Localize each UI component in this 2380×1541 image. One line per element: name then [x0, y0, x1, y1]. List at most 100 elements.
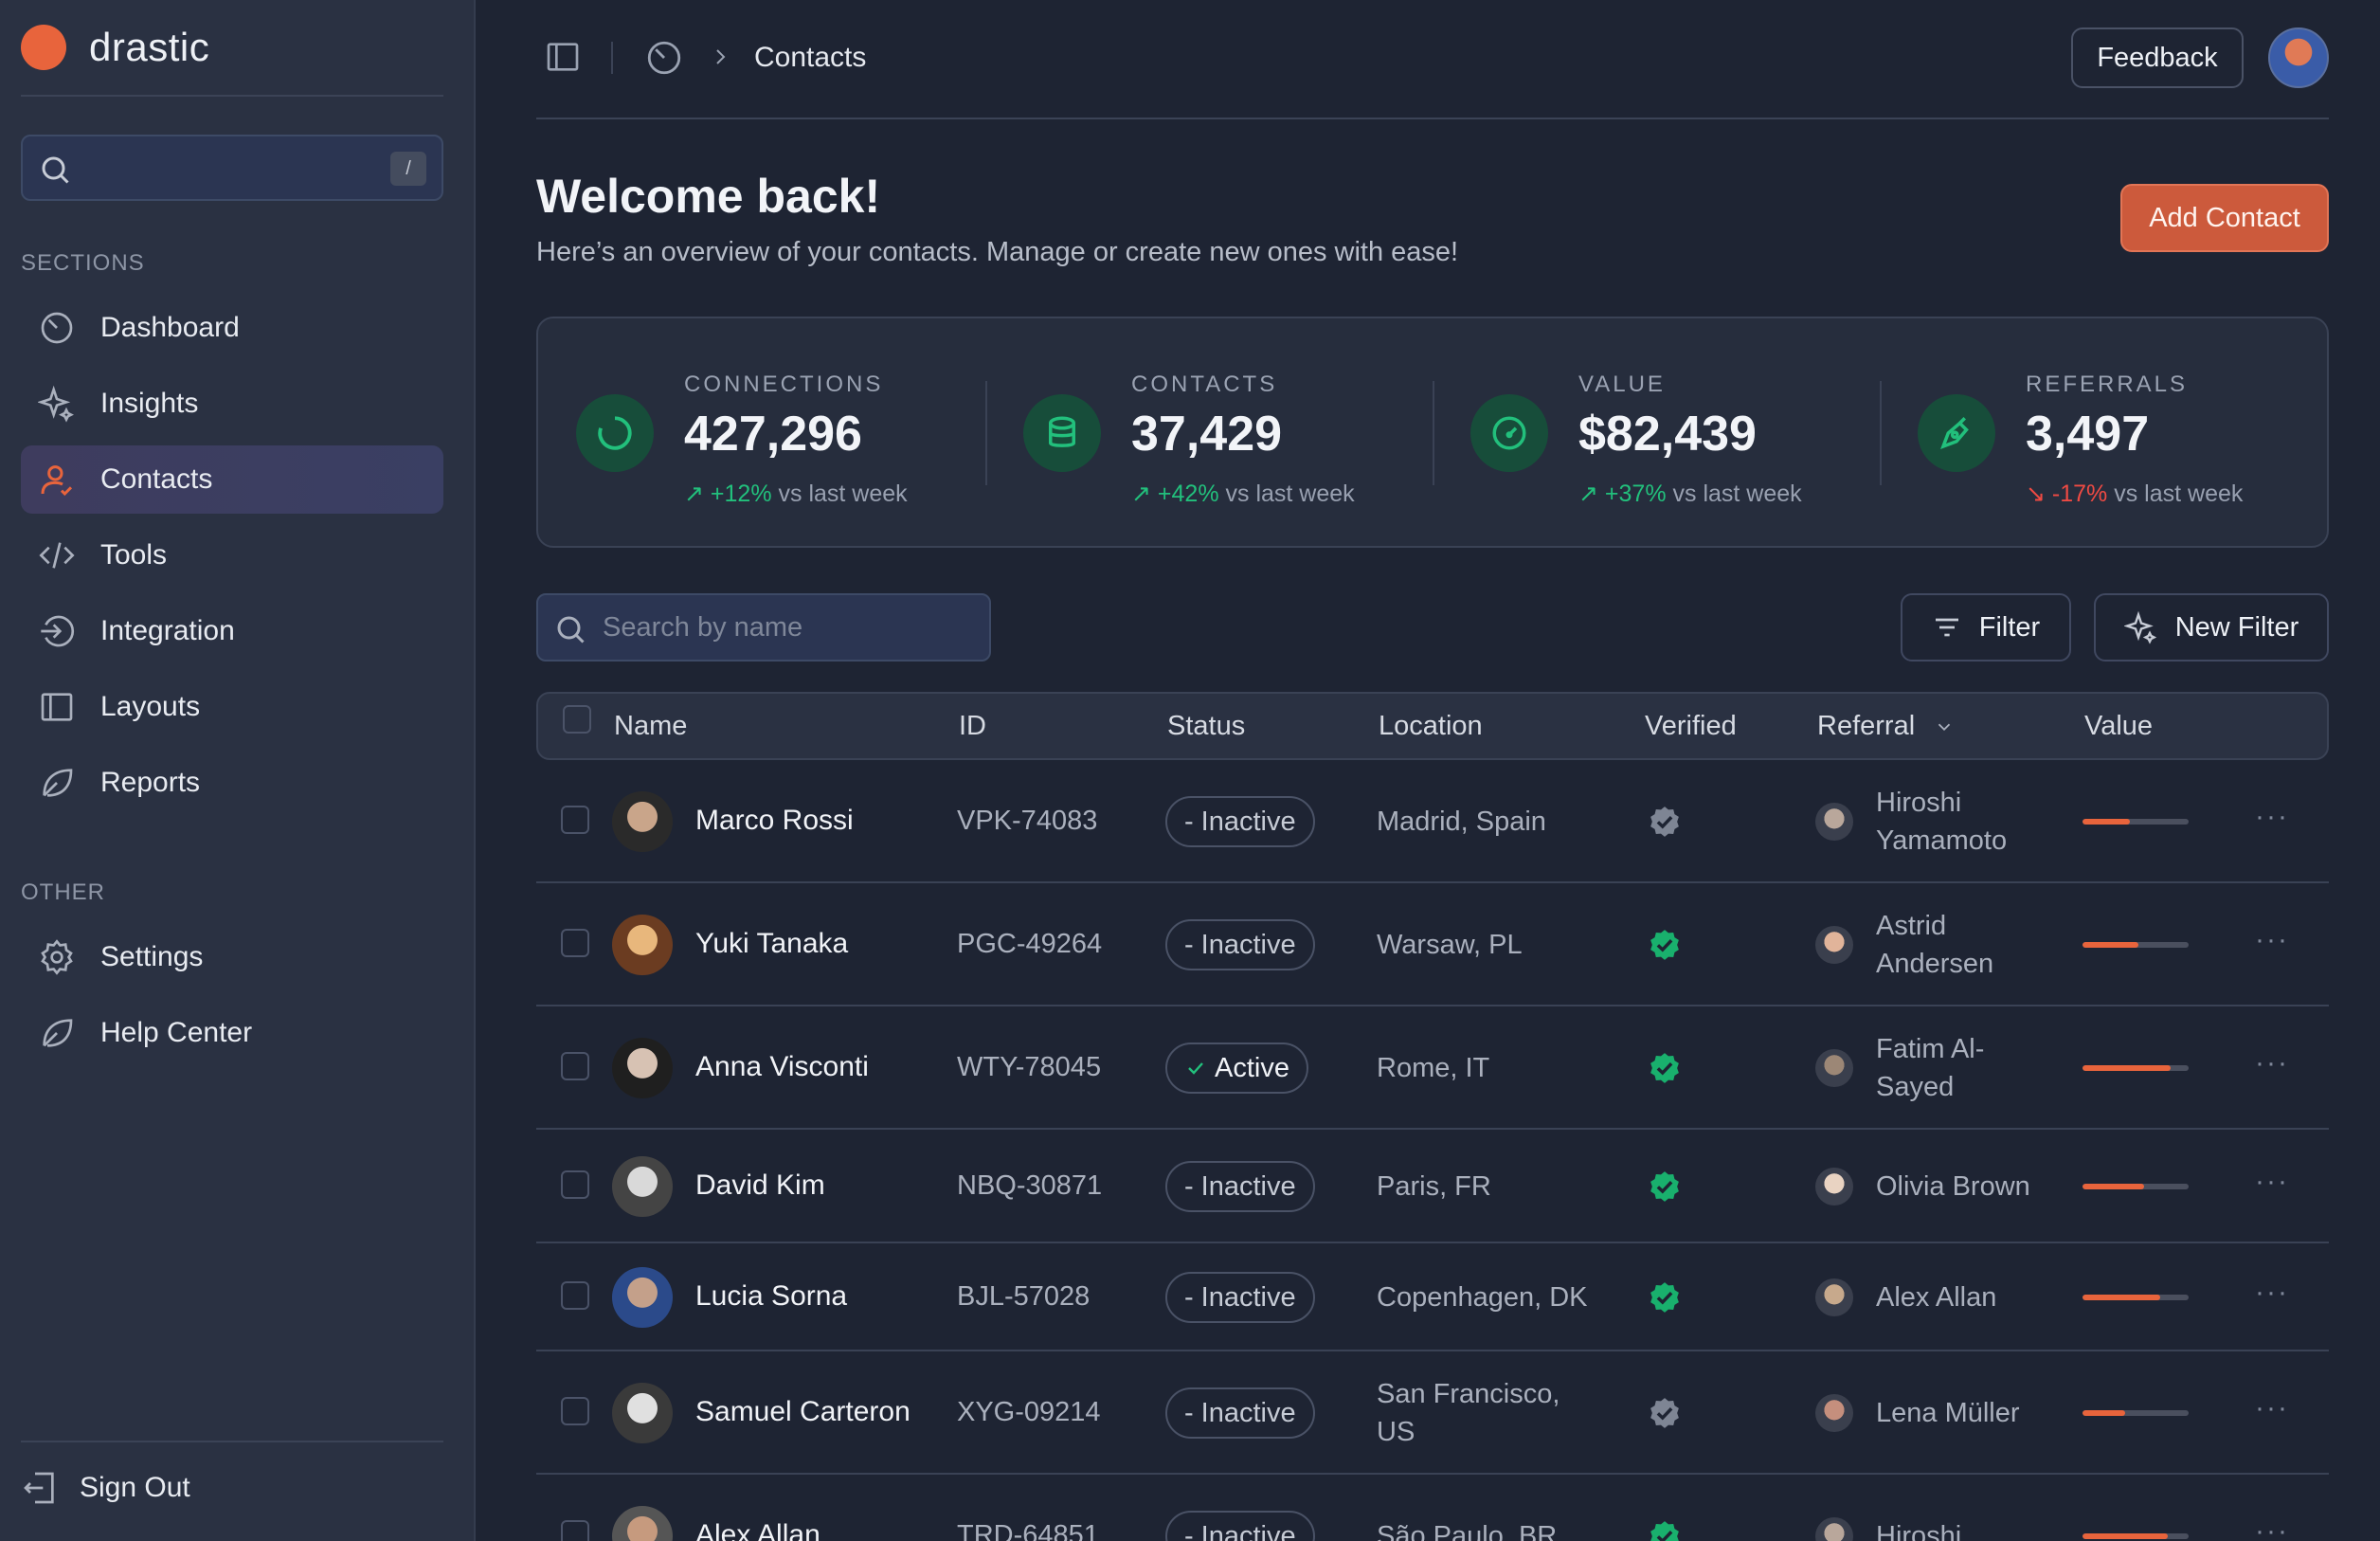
column-header-referral[interactable]: Referral: [1817, 711, 1955, 742]
contact-name[interactable]: Anna Visconti: [695, 1051, 869, 1083]
sidebar-item-reports[interactable]: Reports: [21, 749, 443, 817]
breadcrumb-current[interactable]: Contacts: [754, 42, 866, 74]
location-line: Paris, FR: [1377, 1171, 1491, 1202]
search-input[interactable]: [603, 608, 972, 646]
sidebar-item-label: Settings: [100, 941, 204, 972]
contact-location: Rome, IT: [1377, 1049, 1489, 1087]
value-bar-fill: [2082, 1184, 2144, 1189]
referral-line: Alex Allan: [1876, 1282, 1997, 1313]
referral-name[interactable]: Olivia Brown: [1876, 1168, 2030, 1206]
row-checkbox[interactable]: [561, 806, 589, 834]
sign-out-button[interactable]: Sign Out: [21, 1469, 190, 1507]
contact-id: VPK-74083: [957, 806, 1098, 836]
location-line: Warsaw, PL: [1377, 930, 1523, 960]
contact-avatar: [612, 791, 673, 852]
contact-name[interactable]: Samuel Carteron: [695, 1396, 911, 1428]
new-filter-button[interactable]: New Filter: [2094, 593, 2329, 662]
divider: [536, 118, 2329, 119]
table-row[interactable]: Alex Allan TRD-64851 - Inactive São Paulo, B…: [536, 1475, 2329, 1541]
contact-name[interactable]: Marco Rossi: [695, 805, 854, 837]
sidebar-item-help-center[interactable]: Help Center: [21, 999, 443, 1067]
more-options-icon[interactable]: ···: [2255, 1166, 2289, 1198]
row-checkbox[interactable]: [561, 1397, 589, 1425]
sidebar-item-contacts[interactable]: Contacts: [21, 445, 443, 514]
table-row[interactable]: Anna Visconti WTY-78045 Active Rome, IT Fati…: [536, 1006, 2329, 1130]
table-row[interactable]: Samuel Carteron XYG-09214 - Inactive San Fra…: [536, 1351, 2329, 1475]
more-options-icon[interactable]: ···: [2255, 924, 2289, 956]
location-line: Rome, IT: [1377, 1053, 1490, 1083]
brand[interactable]: drastic: [21, 21, 209, 74]
referral-name[interactable]: Astrid Andersen: [1876, 907, 1993, 983]
more-options-icon[interactable]: ···: [2255, 1047, 2289, 1079]
stat-label: CONNECTIONS: [684, 372, 884, 397]
filter-button[interactable]: Filter: [1901, 593, 2071, 662]
row-checkbox[interactable]: [561, 929, 589, 957]
sidebar-item-settings[interactable]: Settings: [21, 923, 443, 991]
contact-name[interactable]: David Kim: [695, 1169, 825, 1202]
sidebar-item-label: Dashboard: [100, 312, 240, 343]
row-checkbox[interactable]: [561, 1170, 589, 1199]
contact-name[interactable]: Lucia Sorna: [695, 1280, 847, 1313]
gauge-icon[interactable]: [644, 38, 684, 78]
referral-name[interactable]: Hiroshi: [1876, 1517, 1961, 1541]
status-label: Inactive: [1200, 806, 1296, 837]
sidebar-item-layouts[interactable]: Layouts: [21, 673, 443, 741]
leaf-icon: [36, 1012, 78, 1054]
column-header-location[interactable]: Location: [1379, 711, 1483, 742]
search-contacts[interactable]: [536, 593, 991, 662]
referral-line: Hiroshi: [1876, 788, 1962, 818]
brand-logo: [21, 25, 66, 70]
more-options-icon[interactable]: ···: [2255, 1515, 2289, 1541]
referral-line: Andersen: [1876, 949, 1994, 979]
column-header-verified[interactable]: Verified: [1645, 711, 1737, 742]
column-header-id[interactable]: ID: [959, 711, 986, 742]
location-line: US: [1377, 1417, 1415, 1447]
add-contact-button[interactable]: Add Contact: [2120, 184, 2329, 252]
sidebar-toggle-icon[interactable]: [544, 38, 582, 76]
sidebar-item-label: Insights: [100, 388, 199, 419]
more-options-icon[interactable]: ···: [2255, 1392, 2289, 1424]
sidebar-item-insights[interactable]: Insights: [21, 370, 443, 438]
stat-contacts: CONTACTS 37,429 ↗ +42% vs last week: [985, 318, 1433, 546]
more-options-icon[interactable]: ···: [2255, 801, 2289, 833]
filter-label: Filter: [1978, 611, 2041, 643]
column-header-value[interactable]: Value: [2084, 711, 2153, 742]
divider: [21, 95, 443, 97]
table-row[interactable]: Lucia Sorna BJL-57028 - Inactive Copenhagen,…: [536, 1243, 2329, 1351]
contact-id: PGC-49264: [957, 929, 1103, 959]
sidebar-item-integration[interactable]: Integration: [21, 597, 443, 665]
sidebar-item-label: Contacts: [100, 463, 213, 495]
more-options-icon[interactable]: ···: [2255, 1277, 2289, 1309]
referral-name[interactable]: Alex Allan: [1876, 1278, 1996, 1316]
database-icon: [1023, 394, 1101, 472]
sidebar: drastic / SECTIONS Dashboard Insights Co…: [0, 0, 476, 1541]
referral-name[interactable]: Hiroshi Yamamoto: [1876, 784, 2007, 860]
stat-delta: ↗ +37% vs last week: [1578, 480, 1802, 507]
user-avatar[interactable]: [2268, 27, 2329, 88]
value-bar: [2082, 1410, 2189, 1416]
contact-name[interactable]: Alex Allan: [695, 1519, 820, 1541]
divider: [21, 1441, 443, 1442]
table-row[interactable]: David Kim NBQ-30871 - Inactive Paris, FR Oliv…: [536, 1130, 2329, 1243]
sidebar-search[interactable]: /: [21, 135, 443, 201]
feedback-button[interactable]: Feedback: [2071, 27, 2244, 88]
sidebar-item-tools[interactable]: Tools: [21, 521, 443, 589]
stat-delta: ↘ -17% vs last week: [2026, 480, 2244, 507]
row-checkbox[interactable]: [561, 1520, 589, 1541]
column-header-status[interactable]: Status: [1167, 711, 1245, 742]
status-label: Inactive: [1200, 929, 1296, 960]
select-all-checkbox[interactable]: [563, 705, 591, 734]
contact-name[interactable]: Yuki Tanaka: [695, 928, 848, 960]
row-checkbox[interactable]: [561, 1281, 589, 1310]
verified-badge-icon: [1650, 1282, 1679, 1313]
dash-icon: -: [1184, 1281, 1194, 1313]
sidebar-item-dashboard[interactable]: Dashboard: [21, 294, 443, 362]
logout-icon: [24, 1472, 54, 1504]
referral-name[interactable]: Fatim Al- Sayed: [1876, 1030, 1984, 1106]
sign-out-label: Sign Out: [80, 1472, 190, 1503]
table-row[interactable]: Marco Rossi VPK-74083 - Inactive Madrid, Spa…: [536, 760, 2329, 883]
referral-name[interactable]: Lena Müller: [1876, 1394, 2020, 1432]
table-row[interactable]: Yuki Tanaka PGC-49264 - Inactive Warsaw, PL A…: [536, 883, 2329, 1006]
row-checkbox[interactable]: [561, 1052, 589, 1080]
column-header-name[interactable]: Name: [614, 711, 687, 742]
